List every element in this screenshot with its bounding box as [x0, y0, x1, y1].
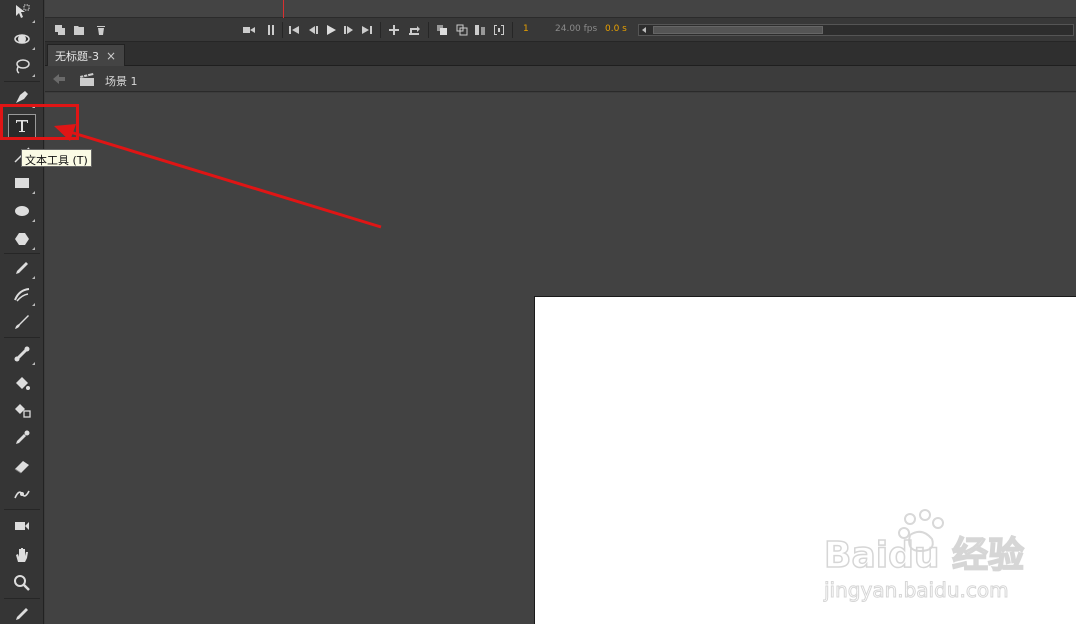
selection-tool-icon[interactable] — [8, 0, 36, 24]
back-arrow-icon[interactable] — [52, 72, 66, 86]
document-tab-label: 无标题-3 — [55, 49, 99, 63]
annotation-highlight-box — [0, 104, 79, 140]
elapsed-time-readout[interactable]: 0.0 s — [605, 24, 627, 34]
lasso-tool-icon[interactable] — [8, 54, 36, 78]
pencil-tool-icon[interactable] — [8, 256, 36, 280]
bone-tool-icon[interactable] — [8, 342, 36, 366]
width-tool-icon[interactable] — [8, 482, 36, 506]
brush-tool-icon[interactable] — [8, 283, 36, 307]
timeline-controls-bar: 1 24.00 fps 0.0 s — [45, 18, 1076, 42]
watermark-url: jingyan.baidu.com — [823, 578, 1009, 602]
stroke-color-icon[interactable] — [8, 602, 36, 624]
timeline-playhead[interactable] — [283, 0, 284, 18]
new-layer-icon[interactable] — [53, 23, 67, 37]
frame-rate-readout[interactable]: 24.00 fps — [555, 24, 597, 34]
edit-bar: 场景 1 — [45, 67, 1076, 92]
paint-brush-tool-icon[interactable] — [8, 310, 36, 334]
oval-tool-icon[interactable] — [8, 199, 36, 223]
camera-tool-icon[interactable] — [8, 514, 36, 538]
hand-tool-icon[interactable] — [8, 543, 36, 567]
go-to-last-frame-icon[interactable] — [360, 23, 374, 37]
camera-layer-icon[interactable] — [242, 23, 256, 37]
edit-multiple-frames-icon[interactable] — [473, 23, 487, 37]
layer-depth-icon[interactable] — [264, 23, 278, 37]
scene-label[interactable]: 场景 1 — [105, 73, 138, 89]
current-frame-readout[interactable]: 1 — [523, 24, 529, 34]
delete-layer-icon[interactable] — [94, 23, 108, 37]
loop-icon[interactable] — [407, 23, 421, 37]
text-tool-tooltip: 文本工具 (T) — [21, 149, 92, 167]
new-folder-icon[interactable] — [72, 23, 86, 37]
scene-clapperboard-icon — [80, 73, 94, 86]
zoom-tool-icon[interactable] — [8, 571, 36, 595]
ink-bottle-tool-icon[interactable] — [8, 398, 36, 422]
scroll-left-arrow-icon[interactable] — [642, 27, 646, 33]
document-tab[interactable]: 无标题-3 × — [47, 44, 125, 66]
timeline-frames-strip[interactable] — [45, 0, 1076, 18]
eraser-tool-icon[interactable] — [8, 454, 36, 478]
step-back-icon[interactable] — [306, 23, 320, 37]
play-icon[interactable] — [324, 23, 338, 37]
timeline-scroll-thumb[interactable] — [653, 26, 823, 34]
eyedropper-tool-icon[interactable] — [8, 426, 36, 450]
close-icon[interactable]: × — [106, 49, 116, 63]
watermark-brand: Baidu 经验 — [824, 535, 1024, 576]
tools-panel — [0, 0, 44, 624]
onion-skin-icon[interactable] — [435, 23, 449, 37]
step-forward-icon[interactable] — [342, 23, 356, 37]
go-to-first-frame-icon[interactable] — [287, 23, 301, 37]
baidu-jingyan-watermark: Baidu 经验 jingyan.baidu.com — [823, 509, 1025, 603]
3d-rotation-tool-icon[interactable] — [8, 27, 36, 51]
timeline-scrollbar[interactable] — [638, 24, 1074, 36]
center-frame-icon[interactable] — [387, 23, 401, 37]
modify-markers-icon[interactable] — [492, 23, 506, 37]
onion-skin-outlines-icon[interactable] — [455, 23, 469, 37]
document-tab-bar: 无标题-3 × — [45, 42, 1076, 66]
rectangle-tool-icon[interactable] — [8, 171, 36, 195]
paint-bucket-tool-icon[interactable] — [8, 371, 36, 395]
polystar-tool-icon[interactable] — [8, 227, 36, 251]
